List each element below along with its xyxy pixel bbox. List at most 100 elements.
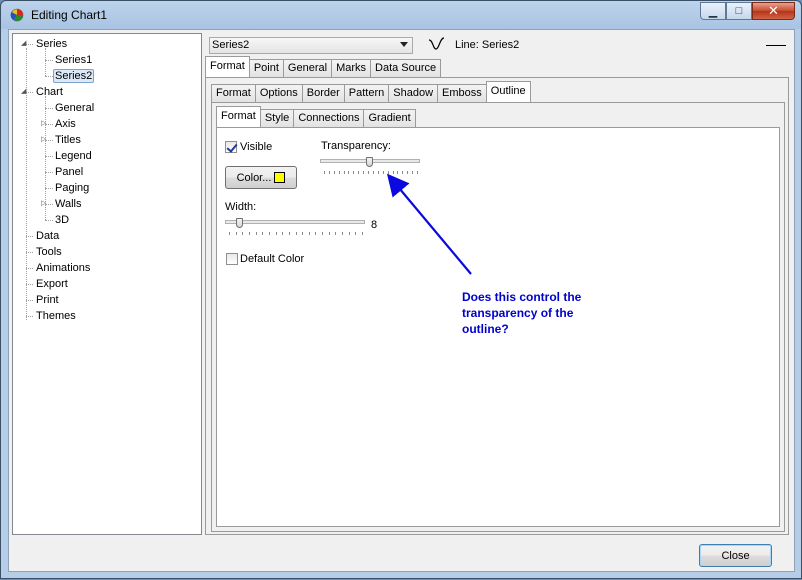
tree-branch-line <box>45 96 46 220</box>
tree-subitem-axis[interactable]: Axis <box>53 116 78 132</box>
tab-format-border[interactable]: Border <box>301 84 345 102</box>
tab-format-options[interactable]: Options <box>254 84 303 102</box>
tab-outline-format[interactable]: Format <box>216 106 261 127</box>
slider-tick <box>353 171 355 174</box>
slider-tick <box>368 171 370 174</box>
default-color-label: Default Color <box>240 253 305 265</box>
visible-label: Visible <box>240 141 273 153</box>
tree-subitem-general[interactable]: General <box>53 100 96 116</box>
close-icon: ✕ <box>768 3 779 18</box>
tree-item-label: Themes <box>36 310 76 322</box>
slider-tick <box>348 232 350 235</box>
transparency-slider-thumb[interactable] <box>366 157 373 167</box>
tree-connector <box>45 188 53 189</box>
width-slider-track[interactable] <box>225 220 365 224</box>
collapse-triangle-icon[interactable]: ◢ <box>21 88 29 96</box>
tree-item-label: Series2 <box>53 69 95 83</box>
tree-item-export[interactable]: Export <box>34 276 70 292</box>
tree-item-themes[interactable]: Themes <box>34 308 78 324</box>
tab-format-shadow[interactable]: Shadow <box>388 84 439 102</box>
tab-format[interactable]: Format <box>205 56 250 77</box>
annotation-text: Does this control the transparency of th… <box>462 290 582 336</box>
window-title: Editing Chart1 <box>31 8 108 22</box>
width-label: Width: <box>225 201 257 213</box>
tab-point[interactable]: Point <box>248 59 284 77</box>
tree-subitem-3d[interactable]: 3D <box>53 212 71 228</box>
tree-connector <box>45 220 53 221</box>
tree-item-label: Legend <box>55 150 92 162</box>
slider-tick <box>392 171 394 174</box>
slider-tick <box>242 232 244 235</box>
tree-subitem-series1[interactable]: Series1 <box>53 52 94 68</box>
editor-tree[interactable]: Series ◢ Series1 Series2 Chart ◢ General Axis ▷ T… <box>12 33 202 535</box>
tree-item-animations[interactable]: Animations <box>34 260 92 276</box>
tab-format-outline[interactable]: Outline <box>485 81 531 102</box>
tree-connector <box>26 316 33 317</box>
caption-buttons: ▁ □ ✕ <box>700 2 795 20</box>
tree-connector <box>26 284 33 285</box>
dialog-client: Series ◢ Series1 Series2 Chart ◢ General Axis ▷ T… <box>8 29 795 572</box>
tree-item-label: Series <box>36 38 68 50</box>
slider-tick <box>342 232 344 235</box>
tree-subitem-series2[interactable]: Series2 <box>53 68 95 84</box>
slider-tick <box>315 232 317 235</box>
tab-format-emboss[interactable]: Emboss <box>437 84 487 102</box>
tree-item-tools[interactable]: Tools <box>34 244 64 260</box>
tree-item-series[interactable]: Series <box>34 36 69 52</box>
close-button[interactable]: Close <box>699 544 772 567</box>
maximize-button[interactable]: □ <box>726 2 752 20</box>
slider-tick <box>417 171 418 174</box>
tree-item-label: Chart <box>36 86 63 98</box>
slider-tick <box>358 171 360 174</box>
tab-format-format[interactable]: Format <box>211 84 256 102</box>
tab-outline-gradient[interactable]: Gradient <box>363 109 416 127</box>
tree-item-label: Titles <box>55 134 81 146</box>
tree-item-label: Series1 <box>55 54 93 66</box>
tree-item-data[interactable]: Data <box>34 228 61 244</box>
slider-tick <box>362 232 363 235</box>
tree-item-label: Tools <box>36 246 62 258</box>
tree-item-label: Walls <box>55 198 82 210</box>
tab-marks[interactable]: Marks <box>331 59 372 77</box>
slider-tick <box>333 171 335 174</box>
tree-subitem-walls[interactable]: Walls <box>53 196 83 212</box>
close-window-button[interactable]: ✕ <box>752 2 795 20</box>
series-combo[interactable]: Series2 <box>209 37 413 54</box>
minimize-button[interactable]: ▁ <box>700 2 726 20</box>
color-button[interactable]: Color... <box>225 166 297 189</box>
slider-tick <box>255 232 257 235</box>
tree-item-label: Data <box>36 230 60 242</box>
slider-tick <box>338 171 340 174</box>
default-color-checkbox[interactable] <box>226 253 238 265</box>
collapse-triangle-icon[interactable]: ◢ <box>21 40 29 48</box>
title-bar[interactable]: Editing Chart1 ▁ □ ✕ <box>1 1 801 29</box>
width-value: 8 <box>371 219 378 231</box>
chart-app-icon <box>10 8 24 22</box>
tree-item-label: Panel <box>55 166 84 178</box>
tree-item-label: General <box>55 102 95 114</box>
slider-tick <box>412 171 414 174</box>
tree-branch-line <box>45 48 46 76</box>
tab-data-source[interactable]: Data Source <box>370 59 442 77</box>
tree-subitem-legend[interactable]: Legend <box>53 148 94 164</box>
tab-general[interactable]: General <box>282 59 333 77</box>
chevron-down-icon[interactable] <box>400 42 408 47</box>
tab-outline-style[interactable]: Style <box>259 109 295 127</box>
tree-subitem-titles[interactable]: Titles <box>53 132 83 148</box>
outline-tabs: Format Style Connections Gradient <box>216 106 416 127</box>
line-series-icon <box>428 37 445 50</box>
tree-item-label: Axis <box>55 118 76 130</box>
tree-connector <box>26 252 33 253</box>
visible-checkbox[interactable] <box>225 141 237 153</box>
slider-tick <box>402 171 404 174</box>
tab-outline-connections[interactable]: Connections <box>293 109 365 127</box>
width-slider-thumb[interactable] <box>235 218 243 228</box>
tree-item-chart[interactable]: Chart <box>34 84 65 100</box>
tree-subitem-paging[interactable]: Paging <box>53 180 91 196</box>
tree-item-print[interactable]: Print <box>34 292 61 308</box>
slider-tick <box>397 171 399 174</box>
series-type-label: Line: Series2 <box>455 39 520 51</box>
minimize-icon: ▁ <box>708 5 718 18</box>
tab-format-pattern[interactable]: Pattern <box>343 84 390 102</box>
tree-subitem-panel[interactable]: Panel <box>53 164 85 180</box>
